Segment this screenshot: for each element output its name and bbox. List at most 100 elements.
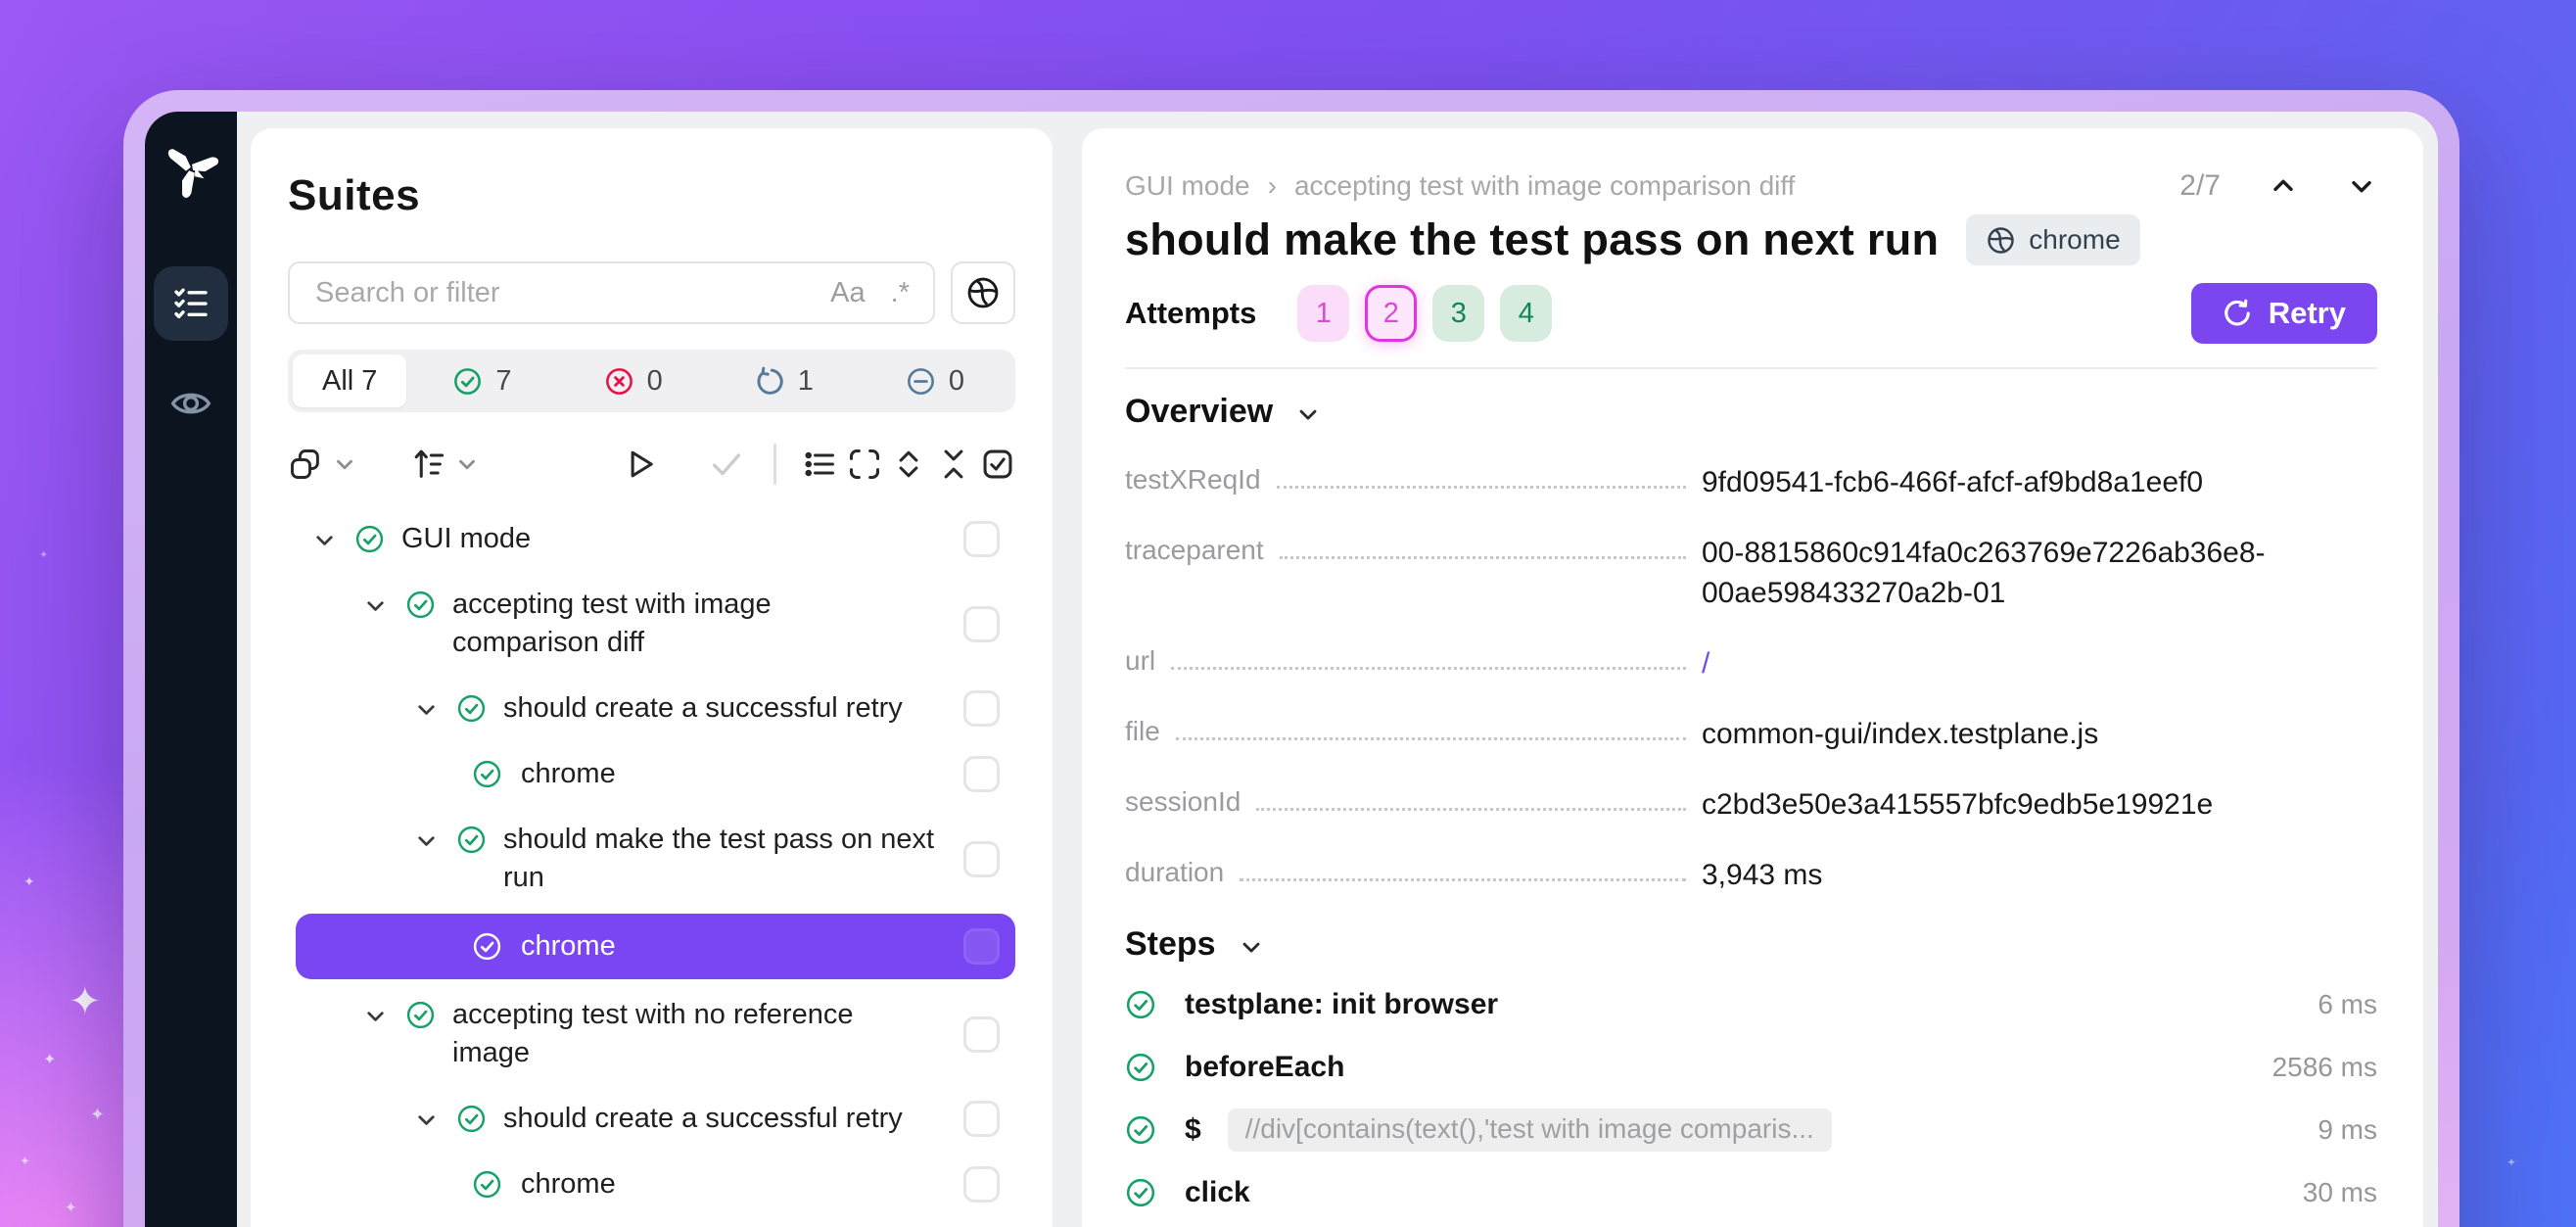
- attempt-chip-3[interactable]: 3: [1432, 285, 1484, 342]
- chevron-down-icon[interactable]: [413, 827, 440, 854]
- field-value-url-link[interactable]: /: [1702, 643, 2377, 684]
- tree-checkbox[interactable]: [963, 690, 1000, 727]
- chevron-down-icon[interactable]: [1238, 933, 1265, 961]
- desktop-background: Suites Aa .*: [0, 0, 2576, 1227]
- tree-item-label[interactable]: chrome: [521, 927, 616, 966]
- field-value: 3,943 ms: [1702, 855, 2377, 895]
- expand-all-icon[interactable]: [891, 447, 926, 482]
- toolbar-divider: [773, 444, 776, 485]
- test-title: should make the test pass on next run: [1125, 214, 1939, 265]
- browser-filter-button[interactable]: [951, 261, 1015, 324]
- chevron-down-icon[interactable]: [413, 696, 440, 723]
- tree-item-label[interactable]: should create a successful retry: [503, 1100, 903, 1138]
- check-circle-icon: [452, 366, 483, 397]
- overview-section-header: Overview: [1125, 393, 2377, 431]
- group-by-dropdown[interactable]: [288, 447, 357, 482]
- step-row[interactable]: testplane: init browser 6 ms: [1125, 973, 2377, 1036]
- tree-checkbox[interactable]: [963, 1166, 1000, 1203]
- next-test-button[interactable]: [2346, 170, 2377, 202]
- chevron-down-icon[interactable]: [413, 1107, 440, 1133]
- tree-row[interactable]: should create a successful retry: [288, 676, 1015, 741]
- run-tests-button[interactable]: [623, 447, 658, 482]
- attempt-chip-4[interactable]: 4: [1500, 285, 1552, 342]
- previous-test-button[interactable]: [2268, 170, 2299, 202]
- attempts-row: Attempts 1 2 3 4 Retry: [1125, 283, 2377, 344]
- sort-dropdown[interactable]: [410, 447, 480, 482]
- retry-button[interactable]: Retry: [2191, 283, 2377, 344]
- breadcrumb-root[interactable]: GUI mode: [1125, 170, 1250, 202]
- steps-list: testplane: init browser 6 ms beforeEach …: [1125, 973, 2377, 1227]
- tree-checkbox[interactable]: [963, 521, 1000, 557]
- pass-check-circle-icon: [472, 1169, 502, 1200]
- tree-item-label[interactable]: should create a successful retry: [503, 689, 903, 728]
- tree-checkbox[interactable]: [963, 1016, 1000, 1053]
- attempt-chip-2-current[interactable]: 2: [1365, 285, 1417, 342]
- tree-item-label[interactable]: should make the test pass on next run: [503, 821, 956, 897]
- tree-checkbox[interactable]: [963, 606, 1000, 642]
- dotted-leader: [1280, 533, 1686, 559]
- tree-checkbox[interactable]: [963, 756, 1000, 792]
- collapse-all-icon[interactable]: [936, 447, 971, 482]
- tree-row-selected[interactable]: chrome: [296, 914, 1015, 979]
- focus-selection-icon[interactable]: [847, 447, 882, 482]
- pass-check-circle-icon: [405, 590, 436, 620]
- filter-retried[interactable]: 1: [709, 365, 860, 398]
- step-row[interactable]: $ //div[contains(text(),'test with image…: [1125, 1099, 2377, 1161]
- regex-toggle[interactable]: .*: [891, 277, 910, 309]
- retried-count: 1: [798, 365, 814, 398]
- dotted-leader: [1240, 855, 1686, 881]
- pass-check-circle-icon: [456, 825, 487, 855]
- attempt-chip-1[interactable]: 1: [1297, 285, 1349, 342]
- globe-icon: [965, 275, 1001, 310]
- tree-row[interactable]: chrome: [288, 741, 1015, 807]
- filter-failed[interactable]: 0: [558, 365, 709, 398]
- chevron-down-icon[interactable]: [311, 527, 338, 553]
- chevron-down-icon[interactable]: [1294, 401, 1322, 428]
- select-all-checkbox-icon[interactable]: [980, 447, 1015, 482]
- tree-row[interactable]: accepting test with no reference image: [288, 982, 1015, 1086]
- tree-row[interactable]: GUI mode: [288, 506, 1015, 572]
- filter-all[interactable]: All 7: [293, 354, 406, 407]
- field-row: sessionId c2bd3e50e3a415557bfc9edb5e1992…: [1125, 784, 2377, 825]
- tree-item-label[interactable]: GUI mode: [401, 520, 531, 558]
- match-case-toggle[interactable]: Aa: [830, 277, 865, 309]
- breadcrumb-suite[interactable]: accepting test with image comparison dif…: [1294, 170, 1796, 202]
- tree-item-label[interactable]: accepting test with no reference image: [452, 996, 905, 1072]
- tree-checkbox[interactable]: [963, 841, 1000, 877]
- pass-check-circle-icon: [1125, 989, 1156, 1020]
- step-arg-chip: //div[contains(text(),'test with image c…: [1228, 1109, 1832, 1152]
- sidebar-item-visual-checks[interactable]: [154, 374, 228, 433]
- main-area: Suites Aa .*: [237, 112, 2438, 1227]
- tree-item-label[interactable]: chrome: [521, 755, 616, 793]
- search-input[interactable]: [313, 276, 805, 310]
- checklist-icon: [171, 284, 211, 323]
- section-divider: [1125, 367, 2377, 369]
- field-label: sessionId: [1125, 784, 1241, 820]
- step-row[interactable]: beforeEach 2586 ms: [1125, 1036, 2377, 1099]
- field-value: 9fd09541-fcb6-466f-afcf-af9bd8a1eef0: [1702, 462, 2377, 502]
- breadcrumb-separator: ›: [1268, 170, 1277, 202]
- filter-passed[interactable]: 7: [406, 365, 557, 398]
- tree-row[interactable]: accepting test with image comparison dif…: [288, 572, 1015, 676]
- tree-row[interactable]: chrome: [288, 1152, 1015, 1217]
- tree-row[interactable]: should make the test pass on next run: [288, 1217, 1015, 1227]
- step-duration: 30 ms: [2303, 1177, 2377, 1208]
- sidebar-item-suites[interactable]: [154, 266, 228, 341]
- tree-row[interactable]: should create a successful retry: [288, 1086, 1015, 1152]
- list-view-icon[interactable]: [802, 447, 837, 482]
- tree-checkbox[interactable]: [963, 928, 1000, 965]
- overview-title: Overview: [1125, 393, 1273, 431]
- tree-item-label[interactable]: chrome: [521, 1165, 616, 1203]
- tree-item-label[interactable]: accepting test with image comparison dif…: [452, 586, 905, 662]
- browser-badge-label: chrome: [2029, 224, 2120, 256]
- chevron-down-icon[interactable]: [362, 1003, 389, 1029]
- pass-check-circle-icon: [1125, 1177, 1156, 1208]
- field-row: duration 3,943 ms: [1125, 855, 2377, 895]
- tree-row[interactable]: should make the test pass on next run: [288, 807, 1015, 911]
- step-row[interactable]: click 30 ms: [1125, 1161, 2377, 1224]
- tree-checkbox[interactable]: [963, 1101, 1000, 1137]
- filter-skipped[interactable]: 0: [860, 365, 1010, 398]
- step-duration: 9 ms: [2318, 1114, 2377, 1146]
- chevron-down-icon[interactable]: [362, 592, 389, 619]
- passed-count: 7: [495, 365, 511, 398]
